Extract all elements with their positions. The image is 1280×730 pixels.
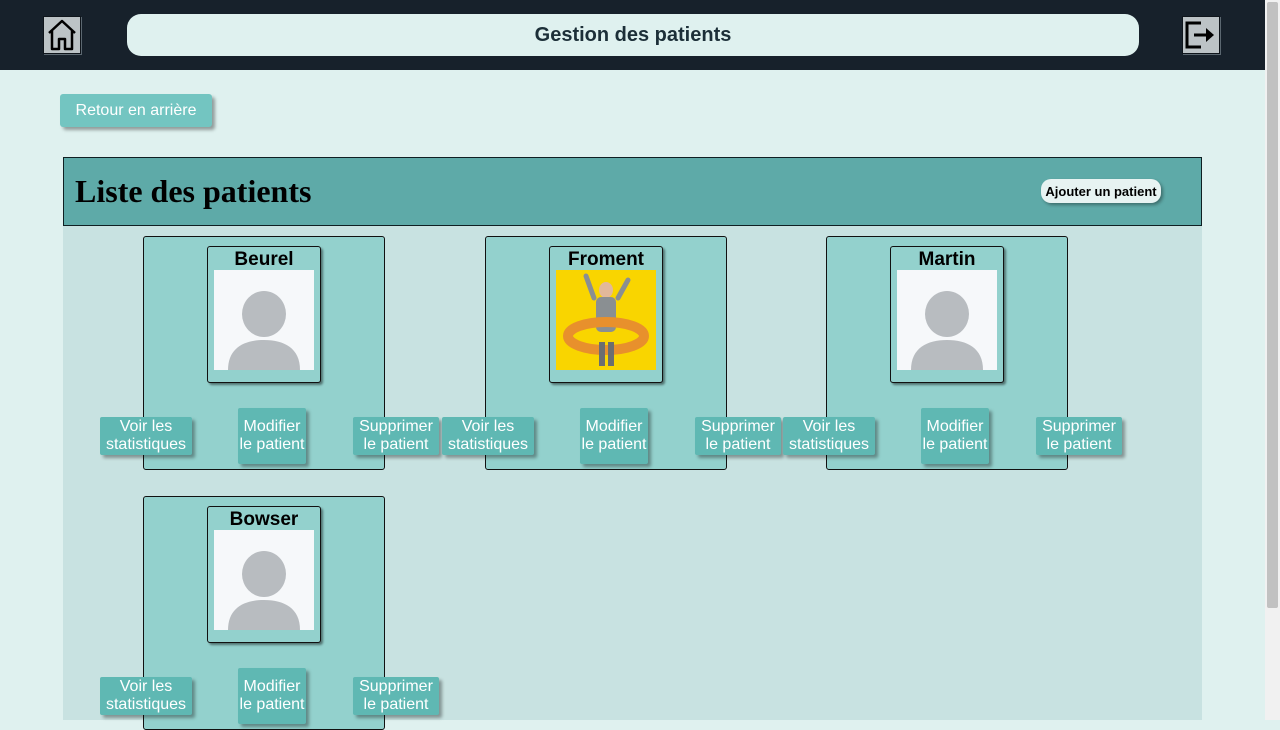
back-button[interactable]: Retour en arrière	[60, 94, 212, 127]
patient-list-header: Liste des patients Ajouter un patient	[63, 157, 1202, 226]
avatar-placeholder-icon	[214, 530, 314, 630]
patient-photo-frame: Froment	[549, 246, 663, 383]
page-title-bar: Gestion des patients	[127, 14, 1139, 56]
view-stats-button[interactable]: Voir les statistiques	[442, 417, 534, 455]
patient-card: Beurel Voir les statistiques Modifier le…	[100, 236, 439, 470]
view-stats-button[interactable]: Voir les statistiques	[783, 417, 875, 455]
list-title: Liste des patients	[75, 173, 312, 209]
edit-patient-button[interactable]: Modifier le patient	[580, 408, 648, 464]
person-photo	[556, 270, 656, 370]
home-icon	[48, 19, 76, 51]
edit-patient-button[interactable]: Modifier le patient	[238, 408, 306, 464]
patient-name: Bowser	[229, 509, 299, 530]
avatar-placeholder-icon	[214, 270, 314, 370]
delete-patient-button[interactable]: Supprimer le patient	[353, 417, 439, 455]
delete-patient-button[interactable]: Supprimer le patient	[1036, 417, 1122, 455]
patient-photo-frame: Beurel	[207, 246, 321, 383]
logout-icon	[1185, 21, 1214, 49]
delete-patient-button[interactable]: Supprimer le patient	[695, 417, 781, 455]
add-patient-button[interactable]: Ajouter un patient	[1041, 179, 1161, 203]
patient-card: Martin Voir les statistiques Modifier le…	[783, 236, 1122, 470]
avatar-placeholder-icon	[897, 270, 997, 370]
patient-card: Froment Voir les statistiques Modifier l…	[442, 236, 781, 470]
home-button[interactable]	[43, 16, 81, 54]
edit-patient-button[interactable]: Modifier le patient	[921, 408, 989, 464]
patient-list: Beurel Voir les statistiques Modifier le…	[63, 226, 1202, 730]
delete-patient-button[interactable]: Supprimer le patient	[353, 677, 439, 715]
edit-patient-button[interactable]: Modifier le patient	[238, 668, 306, 724]
patient-photo-frame: Bowser	[207, 506, 321, 643]
patient-photo-frame: Martin	[890, 246, 1004, 383]
patient-card: Bowser Voir les statistiques Modifier le…	[100, 496, 439, 730]
view-stats-button[interactable]: Voir les statistiques	[100, 677, 192, 715]
logout-button[interactable]	[1182, 16, 1220, 54]
page-title: Gestion des patients	[534, 23, 732, 46]
view-stats-button[interactable]: Voir les statistiques	[100, 417, 192, 455]
patient-name: Martin	[918, 249, 976, 270]
scrollbar-thumb[interactable]	[1267, 2, 1278, 608]
patient-name: Beurel	[234, 249, 294, 270]
patient-name: Froment	[568, 249, 644, 270]
top-bar: Gestion des patients	[0, 0, 1265, 70]
